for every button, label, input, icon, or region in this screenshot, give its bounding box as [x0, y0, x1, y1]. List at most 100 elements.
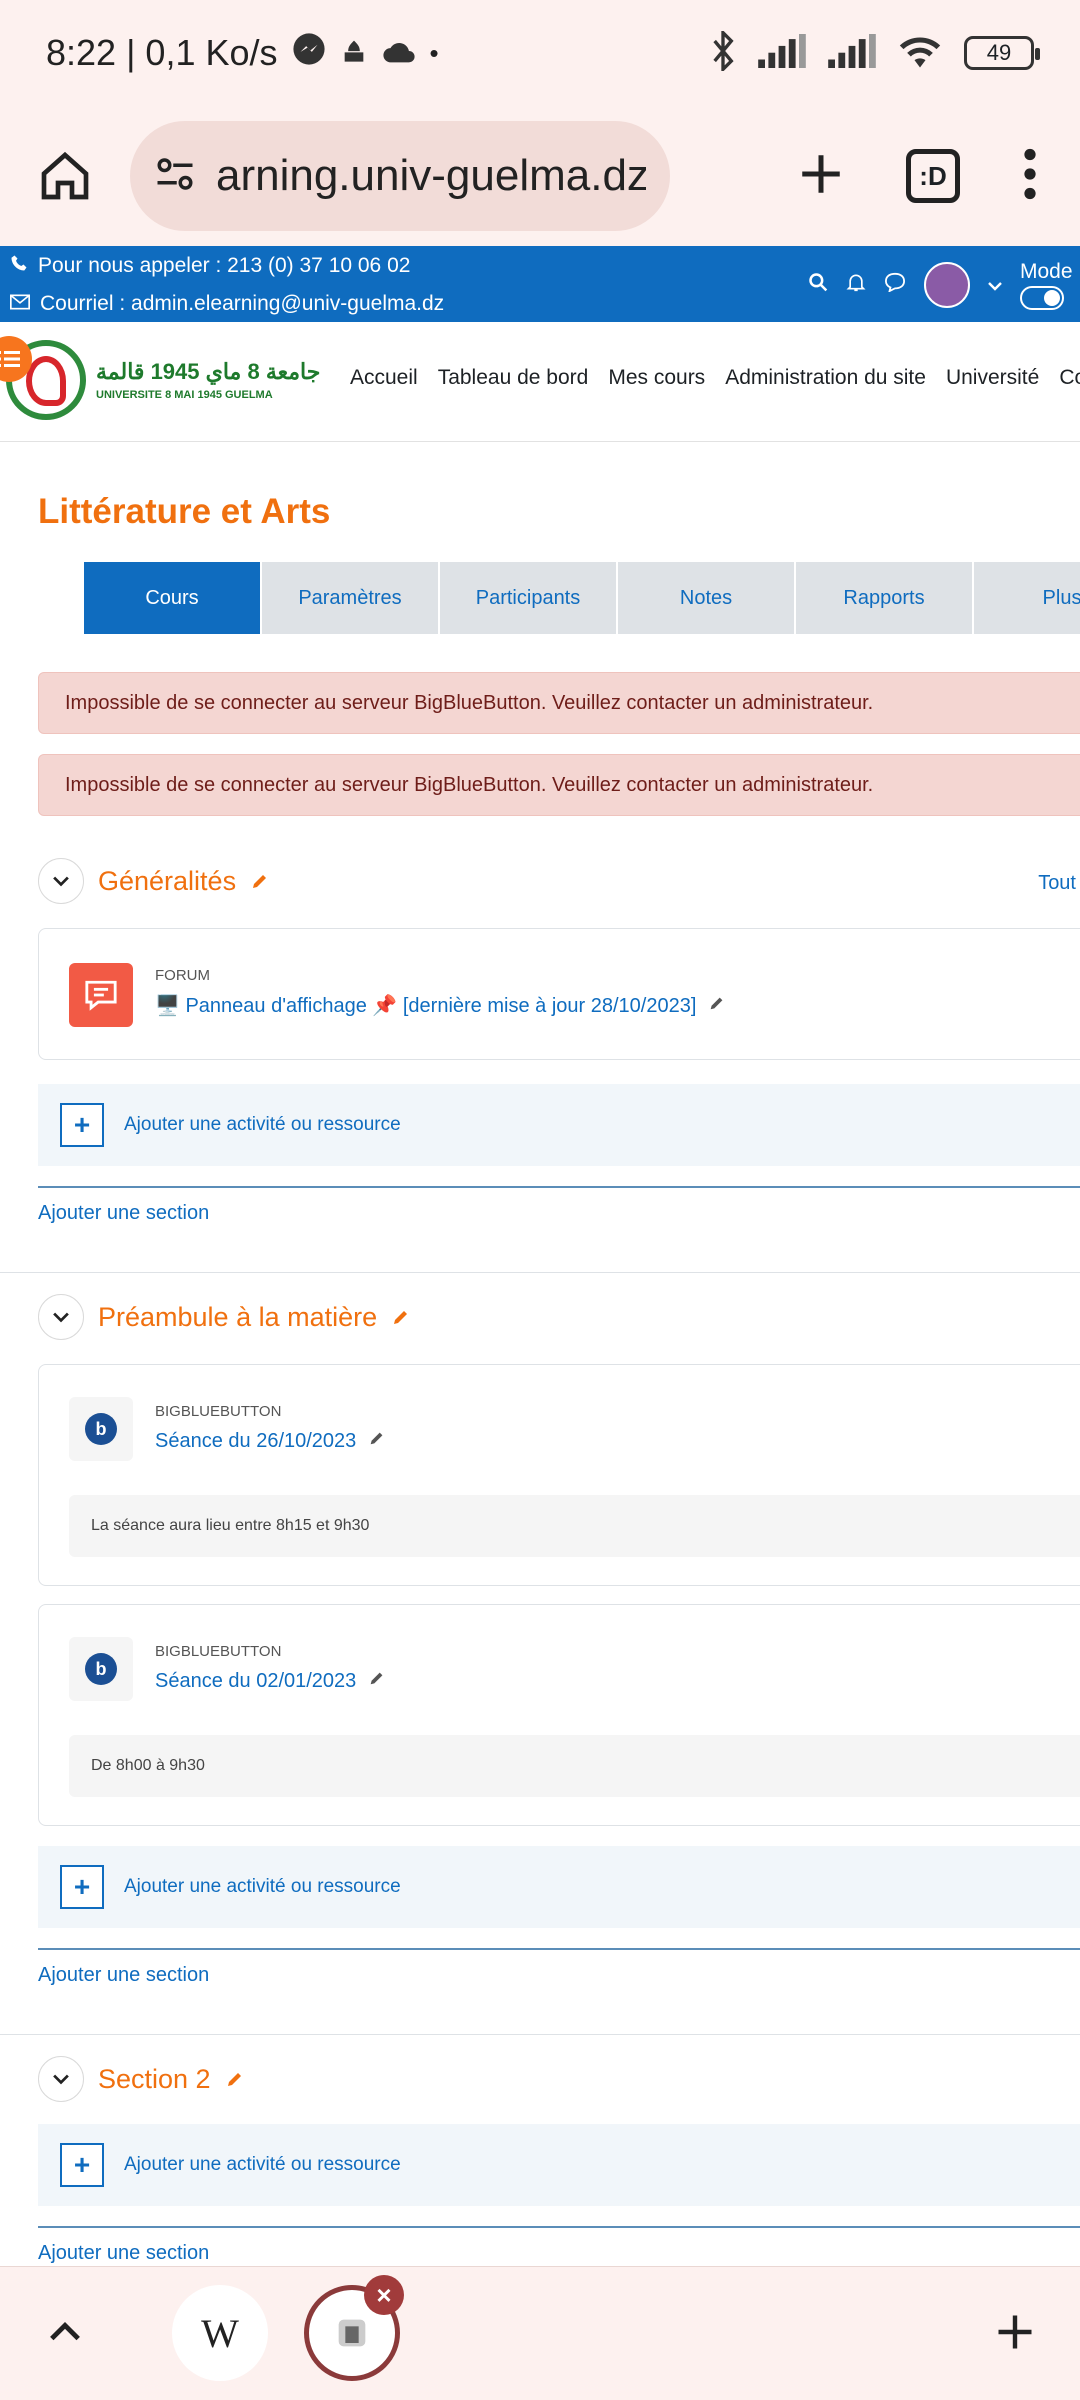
- mode-label: Mode: [1020, 260, 1073, 283]
- plus-icon: +: [60, 2143, 104, 2187]
- status-time: 8:22 | 0,1 Ko/s: [46, 32, 278, 73]
- tab-reports[interactable]: Rapports: [796, 562, 972, 634]
- close-tab-icon[interactable]: ×: [364, 2275, 404, 2315]
- plus-icon: +: [60, 1865, 104, 1909]
- nav-more[interactable]: Co: [1059, 366, 1080, 390]
- logo-french-text: UNIVERSITE 8 MAI 1945 GUELMA: [96, 389, 273, 401]
- section-divider: [38, 1948, 1080, 1950]
- course-content: Littérature et Arts Cours Paramètres Par…: [0, 442, 1080, 2266]
- messenger-icon: [292, 32, 326, 74]
- bigbluebutton-icon: b: [69, 1397, 133, 1461]
- page-title: Littérature et Arts: [38, 492, 331, 531]
- add-activity-button[interactable]: + Ajouter une activité ou ressource: [38, 1084, 1080, 1166]
- error-alert: Impossible de se connecter au serveur Bi…: [38, 672, 1080, 734]
- more-menu-icon[interactable]: [1020, 148, 1040, 205]
- section-title[interactable]: Généralités: [98, 866, 236, 897]
- activity-link[interactable]: 🖥️ Panneau d'affichage 📌 [dernière mise …: [155, 993, 696, 1018]
- add-section-link[interactable]: Ajouter une section: [38, 2242, 209, 2265]
- primary-navigation: Accueil Tableau de bord Mes cours Admini…: [350, 366, 1080, 390]
- cloud-icon: [382, 35, 416, 72]
- address-bar[interactable]: arning.univ-guelma.dz: [130, 121, 670, 231]
- wikipedia-tab[interactable]: W: [172, 2285, 268, 2381]
- home-icon[interactable]: [30, 141, 100, 211]
- nav-my-courses[interactable]: Mes cours: [608, 366, 705, 390]
- expand-all-link[interactable]: Tout: [1038, 872, 1076, 895]
- add-activity-label: Ajouter une activité ou ressource: [124, 1876, 401, 1897]
- section-header: Section 2: [38, 2056, 245, 2102]
- tab-switcher-button[interactable]: :D: [906, 149, 960, 203]
- chevron-down-icon[interactable]: [988, 273, 1002, 297]
- section-header: Préambule à la matière: [38, 1294, 411, 1340]
- nav-dashboard[interactable]: Tableau de bord: [438, 366, 589, 390]
- tab-grades[interactable]: Notes: [618, 562, 794, 634]
- add-tab-icon[interactable]: [980, 2297, 1050, 2367]
- nav-site-admin[interactable]: Administration du site: [725, 366, 926, 390]
- add-section-link[interactable]: Ajouter une section: [38, 1202, 209, 1225]
- browser-bottom-bar: W ×: [0, 2266, 1080, 2400]
- search-icon[interactable]: [808, 272, 828, 298]
- edit-pencil-icon[interactable]: [391, 1307, 411, 1327]
- section-title[interactable]: Section 2: [98, 2064, 211, 2095]
- collapse-section-icon[interactable]: [38, 2056, 84, 2102]
- messages-icon[interactable]: [884, 272, 906, 298]
- email-text: Courriel : admin.elearning@univ-guelma.d…: [40, 292, 445, 315]
- nav-home[interactable]: Accueil: [350, 366, 418, 390]
- add-activity-label: Ajouter une activité ou ressource: [124, 2154, 401, 2175]
- activity-card: b BIGBLUEBUTTON Séance du 26/10/2023 La …: [38, 1364, 1080, 1586]
- university-logo[interactable]: جامعة 8 ماي 1945 قالمة UNIVERSITE 8 MAI …: [6, 340, 320, 420]
- edit-pencil-icon[interactable]: [250, 871, 270, 891]
- add-section-link[interactable]: Ajouter une section: [38, 1964, 209, 1987]
- activity-link[interactable]: Séance du 26/10/2023: [155, 1430, 356, 1453]
- phone-text: Pour nous appeler : 213 (0) 37 10 06 02: [38, 254, 411, 277]
- tab-more[interactable]: Plus: [974, 562, 1080, 634]
- add-activity-label: Ajouter une activité ou ressource: [124, 1114, 401, 1135]
- nav-university[interactable]: Université: [946, 366, 1039, 390]
- status-bar: 8:22 | 0,1 Ko/s • 49: [0, 0, 1080, 106]
- notification-bell-icon[interactable]: [846, 271, 866, 299]
- edit-pencil-icon[interactable]: [708, 994, 726, 1018]
- edit-mode-toggle[interactable]: Mode: [1020, 260, 1080, 310]
- activity-type: FORUM: [155, 967, 210, 984]
- signal-icon-2: [828, 33, 876, 73]
- add-activity-button[interactable]: + Ajouter une activité ou ressource: [38, 2124, 1080, 2206]
- activity-card: FORUM 🖥️ Panneau d'affichage 📌 [dernière…: [38, 928, 1080, 1060]
- activity-description: De 8h00 à 9h30: [69, 1735, 1080, 1797]
- email-icon: [9, 292, 30, 316]
- wifi-icon: [898, 34, 942, 73]
- toggle-switch[interactable]: [1020, 286, 1064, 310]
- contact-bar: Pour nous appeler : 213 (0) 37 10 06 02 …: [0, 246, 1080, 322]
- tab-course[interactable]: Cours: [84, 562, 260, 634]
- activity-description: La séance aura lieu entre 8h15 et 9h30: [69, 1495, 1080, 1557]
- activity-type: BIGBLUEBUTTON: [155, 1643, 282, 1660]
- add-activity-button[interactable]: + Ajouter une activité ou ressource: [38, 1846, 1080, 1928]
- tab-settings[interactable]: Paramètres: [262, 562, 438, 634]
- section-divider: [38, 2226, 1080, 2228]
- activity-link[interactable]: Séance du 02/01/2023: [155, 1670, 356, 1693]
- secondary-navigation: Cours Paramètres Participants Notes Rapp…: [84, 562, 1080, 634]
- site-settings-icon[interactable]: [154, 153, 196, 200]
- forum-icon: [69, 963, 133, 1027]
- collapse-section-icon[interactable]: [38, 1294, 84, 1340]
- phone-icon: [10, 254, 28, 278]
- section-header: Généralités: [38, 858, 270, 904]
- new-tab-icon[interactable]: [796, 149, 846, 204]
- mosque-icon: [340, 35, 368, 72]
- bigbluebutton-icon: b: [69, 1637, 133, 1701]
- url-text: arning.univ-guelma.dz: [216, 151, 646, 200]
- edit-pencil-icon[interactable]: [368, 1669, 386, 1693]
- plus-icon: +: [60, 1103, 104, 1147]
- section-title[interactable]: Préambule à la matière: [98, 1302, 377, 1333]
- error-alert: Impossible de se connecter au serveur Bi…: [38, 754, 1080, 816]
- main-navbar: جامعة 8 ماي 1945 قالمة UNIVERSITE 8 MAI …: [0, 322, 1080, 442]
- user-avatar[interactable]: [924, 262, 970, 308]
- dot-icon: •: [429, 37, 439, 68]
- bluetooth-icon: [710, 28, 736, 76]
- divider: [0, 1272, 1080, 1273]
- tab-participants[interactable]: Participants: [440, 562, 616, 634]
- edit-pencil-icon[interactable]: [368, 1429, 386, 1453]
- signal-icon: [758, 33, 806, 73]
- browser-toolbar: arning.univ-guelma.dz :D: [0, 106, 1080, 246]
- edit-pencil-icon[interactable]: [225, 2069, 245, 2089]
- chevron-up-icon[interactable]: [40, 2297, 90, 2367]
- collapse-section-icon[interactable]: [38, 858, 84, 904]
